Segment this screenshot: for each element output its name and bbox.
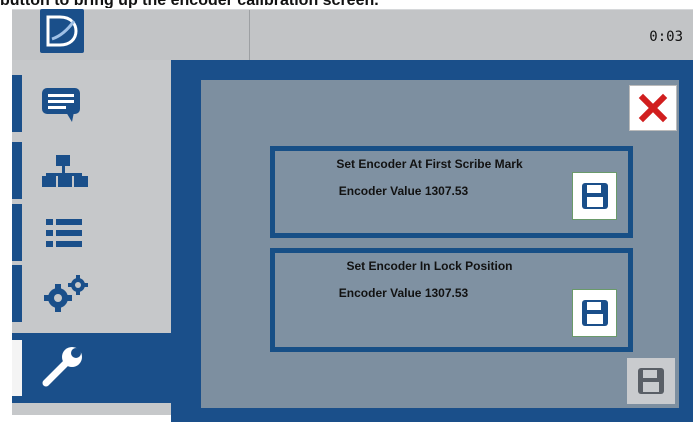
sidebar-item-settings[interactable] bbox=[12, 265, 171, 322]
lock-position-card: Set Encoder In Lock Position Encoder Val… bbox=[270, 248, 633, 352]
sidebar-item-messages[interactable] bbox=[12, 75, 171, 132]
close-icon bbox=[638, 93, 668, 123]
save-first-scribe-button[interactable] bbox=[572, 172, 617, 220]
close-button[interactable] bbox=[629, 85, 677, 131]
sidebar-tab-marker bbox=[12, 265, 22, 322]
floppy-disk-icon bbox=[582, 183, 608, 209]
sidebar-tab-marker bbox=[12, 75, 22, 132]
sidebar-item-tools[interactable] bbox=[12, 333, 171, 403]
clock-readout: 0:03 bbox=[649, 29, 683, 45]
sidebar-item-list[interactable] bbox=[12, 204, 171, 261]
save-lock-position-button[interactable] bbox=[572, 289, 617, 337]
top-bar-divider bbox=[249, 10, 250, 60]
wrench-icon bbox=[38, 345, 94, 389]
card-title: Set Encoder In Lock Position bbox=[346, 259, 513, 273]
card-title: Set Encoder At First Scribe Mark bbox=[336, 157, 523, 171]
encoder-value: Encoder Value 1307.53 bbox=[338, 286, 469, 300]
floppy-disk-icon bbox=[582, 300, 608, 326]
sidebar-item-network[interactable] bbox=[12, 142, 171, 199]
chat-bubble-icon bbox=[38, 82, 94, 126]
sidebar-tab-marker bbox=[12, 142, 22, 199]
sidebar-tab-marker bbox=[12, 204, 22, 261]
encoder-value: Encoder Value 1307.53 bbox=[338, 184, 469, 198]
caption-text: button to bring up the encoder calibrati… bbox=[0, 0, 693, 8]
gears-icon bbox=[38, 272, 94, 316]
save-all-button[interactable] bbox=[627, 358, 675, 404]
floppy-disk-icon bbox=[638, 368, 664, 394]
sidebar-tab-marker bbox=[12, 340, 22, 396]
top-bar: 0:03 bbox=[12, 9, 693, 60]
network-icon bbox=[38, 149, 94, 193]
list-icon bbox=[38, 211, 94, 255]
card-body: Set Encoder In Lock Position Encoder Val… bbox=[275, 253, 628, 347]
card-body: Set Encoder At First Scribe Mark Encoder… bbox=[275, 151, 628, 233]
calibration-panel bbox=[201, 80, 679, 408]
app-logo bbox=[40, 9, 84, 53]
first-scribe-card: Set Encoder At First Scribe Mark Encoder… bbox=[270, 146, 633, 238]
